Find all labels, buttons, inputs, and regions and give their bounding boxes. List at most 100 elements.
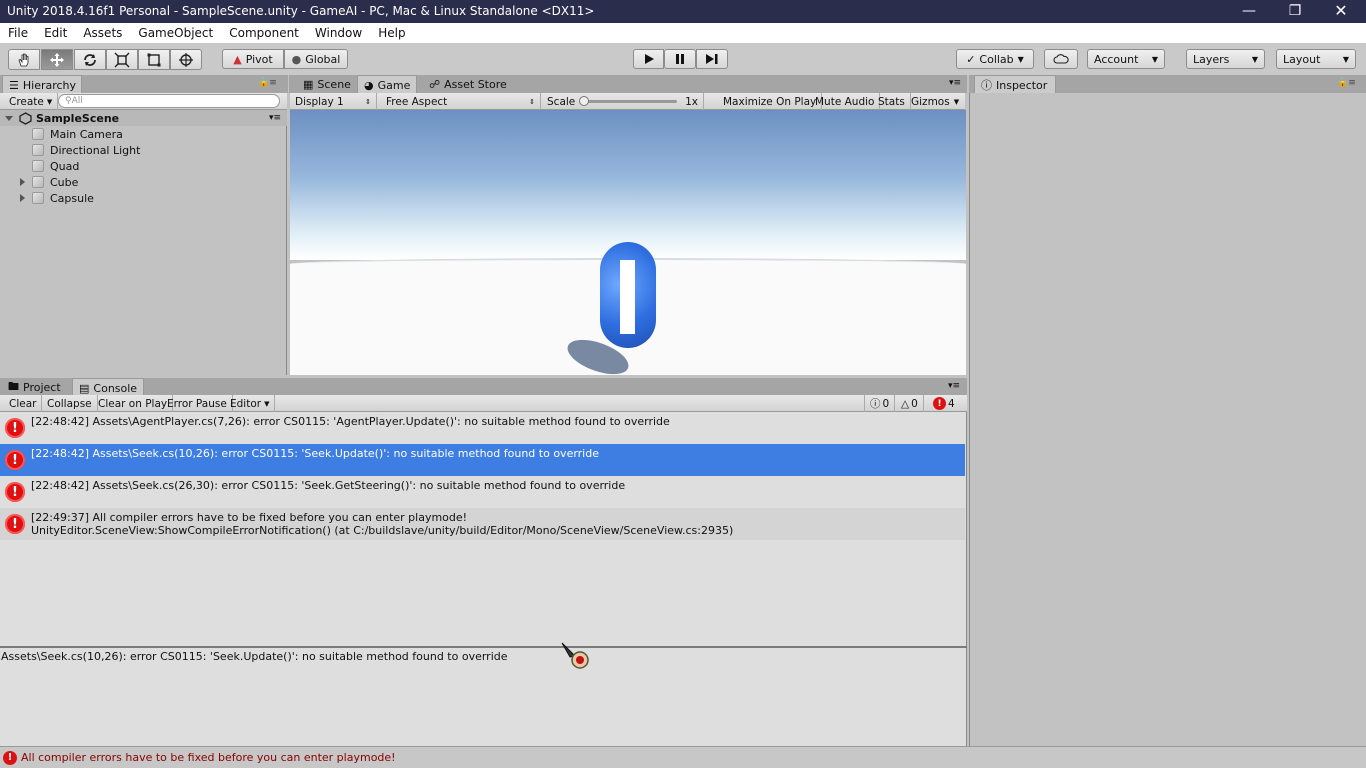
error-filter-toggle[interactable]: ! 4 [928, 395, 960, 412]
global-label: Global [305, 52, 341, 66]
collapse-label: Collapse [47, 397, 92, 410]
list-icon: ☰ [9, 78, 19, 92]
bottom-tabstrip: 🖿 Project ▤ Console ▾≡ [0, 378, 967, 397]
tab-inspector[interactable]: ⓘ Inspector [974, 75, 1056, 94]
hierarchy-item[interactable]: Quad [0, 158, 287, 174]
hierarchy-item[interactable]: Directional Light [0, 142, 287, 158]
global-toggle[interactable]: ● Global [284, 49, 348, 69]
expand-arrow-icon[interactable] [20, 178, 25, 186]
tab-label: Game [377, 78, 411, 92]
gizmos-dropdown[interactable]: Gizmos ▼ [906, 93, 964, 110]
rect-tool-icon[interactable] [138, 49, 170, 70]
hierarchy-search-input[interactable]: ⚲All [58, 94, 280, 108]
chevron-down-icon: ▼ [264, 399, 270, 408]
search-icon: ⚲ [65, 96, 72, 106]
hierarchy-item[interactable]: Cube [0, 174, 287, 190]
hierarchy-item-label: Directional Light [50, 143, 141, 157]
pause-icon [676, 54, 684, 64]
pause-button[interactable] [664, 49, 696, 69]
mute-audio-toggle[interactable]: Mute Audio [810, 93, 881, 110]
console-entry[interactable]: ! [22:49:37] All compiler errors have to … [0, 508, 965, 540]
hand-tool-icon[interactable] [8, 49, 40, 70]
menu-item-help[interactable]: Help [370, 26, 413, 40]
inspector-tabstrip: ⓘ Inspector 🔒≡ [969, 75, 1366, 94]
expand-arrow-icon[interactable] [5, 115, 13, 121]
menu-icon[interactable]: ▾≡ [269, 113, 281, 123]
menu-item-window[interactable]: Window [307, 26, 370, 40]
error-icon: ! [5, 450, 25, 470]
capsule-object[interactable] [600, 242, 656, 348]
menu-item-gameobject[interactable]: GameObject [130, 26, 221, 40]
lock-icon[interactable]: 🔒≡ [1337, 78, 1356, 88]
slider-thumb[interactable] [579, 96, 590, 106]
console-entry[interactable]: ! [22:48:42] Assets\AgentPlayer.cs(7,26):… [0, 412, 965, 444]
pivot-toggle[interactable]: ▲ Pivot [222, 49, 284, 69]
rotate-tool-icon[interactable] [74, 49, 106, 70]
minimize-button[interactable]: — [1226, 0, 1272, 23]
play-button[interactable] [633, 49, 664, 69]
stats-label: Stats [878, 95, 905, 108]
close-button[interactable]: ✕ [1318, 0, 1364, 23]
chevron-down-icon: ▼ [1251, 54, 1258, 64]
console-detail: Assets\Seek.cs(10,26): error CS0115: 'Se… [0, 648, 967, 746]
scale-tool-icon[interactable] [106, 49, 138, 70]
error-pause-label: Error Pause [167, 397, 227, 410]
warning-icon: △ [901, 397, 910, 410]
console-entry-text: [22:49:37] All compiler errors have to b… [31, 511, 734, 537]
editor-label: Editor [230, 397, 262, 410]
clear-button[interactable]: Clear [4, 395, 43, 412]
display-dropdown[interactable]: Display 1 ⇕ [290, 93, 377, 110]
maximize-on-play-toggle[interactable]: Maximize On Play [718, 93, 823, 110]
cursor-icon [561, 642, 589, 669]
warning-count: 0 [911, 397, 918, 410]
tab-project[interactable]: 🖿 Project [2, 378, 67, 396]
layers-dropdown[interactable]: Layers ▼ [1186, 49, 1265, 69]
layout-dropdown[interactable]: Layout ▼ [1276, 49, 1356, 69]
collapse-toggle[interactable]: Collapse [42, 395, 98, 412]
aspect-dropdown[interactable]: Free Aspect ⇕ [381, 93, 541, 110]
hierarchy-item[interactable]: Main Camera [0, 126, 287, 142]
gameobject-icon [32, 192, 44, 204]
step-button[interactable] [696, 49, 728, 69]
menu-item-edit[interactable]: Edit [36, 26, 75, 40]
game-viewport[interactable] [290, 110, 966, 375]
scale-slider[interactable] [579, 96, 678, 106]
scale-label: Scale [547, 95, 576, 108]
cloud-button[interactable] [1044, 49, 1078, 69]
tab-game[interactable]: ◕ Game [357, 75, 418, 94]
status-bar[interactable]: ! All compiler errors have to be fixed b… [0, 746, 1366, 768]
tab-label: Asset Store [444, 77, 507, 91]
menu-item-component[interactable]: Component [221, 26, 307, 40]
error-pause-toggle[interactable]: Error Pause [162, 395, 233, 412]
gameobject-icon [32, 144, 44, 156]
collab-dropdown[interactable]: ✓ Collab ▼ [956, 49, 1034, 69]
lock-icon[interactable]: 🔒≡ [258, 78, 277, 88]
menu-icon[interactable]: ▾≡ [948, 381, 960, 391]
console-icon: ▤ [79, 381, 90, 395]
sky [290, 110, 966, 260]
tab-asset-store[interactable]: ☍ Asset Store [423, 75, 513, 93]
tab-scene[interactable]: ▦ Scene [297, 75, 357, 93]
scene-header[interactable]: SampleScene ▾≡ [0, 110, 287, 126]
tab-hierarchy[interactable]: ☰ Hierarchy [2, 75, 82, 94]
console-entry[interactable]: ! [22:48:42] Assets\Seek.cs(10,26): error… [0, 444, 965, 476]
hierarchy-item[interactable]: Capsule [0, 190, 287, 206]
restore-button[interactable]: ❐ [1272, 0, 1318, 23]
console-entry-text: [22:48:42] Assets\Seek.cs(26,30): error … [31, 479, 626, 492]
inspector-panel [969, 93, 1366, 746]
create-dropdown[interactable]: Create ▼ [4, 93, 59, 110]
menu-icon[interactable]: ▾≡ [949, 78, 961, 88]
account-dropdown[interactable]: Account ▼ [1087, 49, 1165, 69]
transform-tool-icon[interactable] [170, 49, 202, 70]
expand-arrow-icon[interactable] [20, 194, 25, 202]
console-entry[interactable]: ! [22:48:42] Assets\Seek.cs(26,30): error… [0, 476, 965, 508]
error-count: 4 [948, 397, 955, 410]
menu-item-file[interactable]: File [0, 26, 36, 40]
game-icon: ◕ [364, 78, 374, 92]
menu-item-assets[interactable]: Assets [75, 26, 130, 40]
warning-filter-toggle[interactable]: △ 0 [896, 395, 924, 412]
status-text: All compiler errors have to be fixed bef… [21, 751, 396, 764]
move-tool-icon[interactable] [41, 49, 73, 70]
info-filter-toggle[interactable]: ⓘ 0 [864, 395, 896, 412]
editor-dropdown[interactable]: Editor ▼ [225, 395, 276, 412]
